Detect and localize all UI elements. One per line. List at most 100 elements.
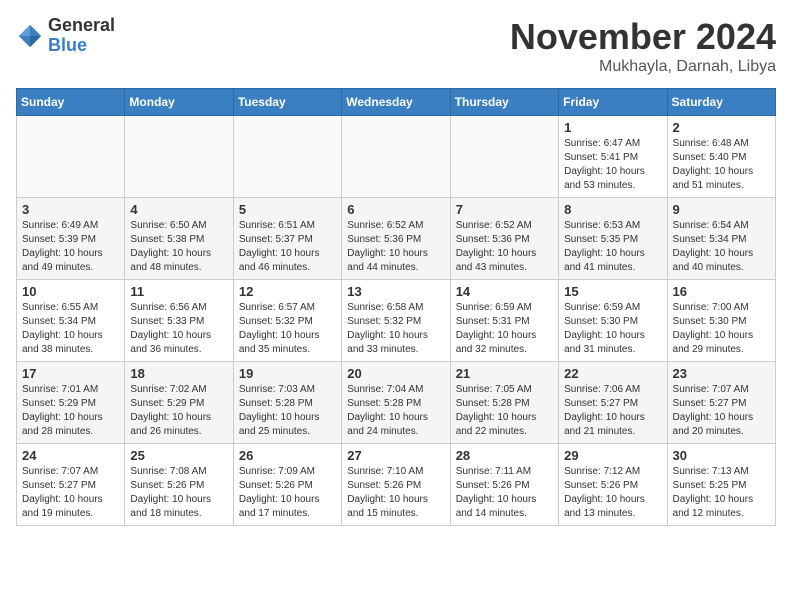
calendar-cell	[125, 116, 233, 198]
calendar-cell: 24Sunrise: 7:07 AM Sunset: 5:27 PM Dayli…	[17, 444, 125, 526]
day-number: 29	[564, 448, 661, 463]
day-info: Sunrise: 6:59 AM Sunset: 5:31 PM Dayligh…	[456, 301, 553, 357]
day-info: Sunrise: 7:05 AM Sunset: 5:28 PM Dayligh…	[456, 383, 553, 439]
day-info: Sunrise: 6:49 AM Sunset: 5:39 PM Dayligh…	[22, 219, 119, 275]
day-number: 4	[130, 202, 227, 217]
day-number: 21	[456, 366, 553, 381]
calendar-week-4: 17 Sunrise: 7:01 AM Sunset: 5:29 PM Dayli…	[17, 362, 776, 444]
calendar-cell	[342, 116, 450, 198]
logo-icon	[16, 22, 44, 50]
day-number: 13	[347, 284, 444, 299]
day-info: Sunrise: 7:08 AM Sunset: 5:26 PM Dayligh…	[130, 465, 227, 521]
calendar-week-1: 1Sunrise: 6:47 AM Sunset: 5:41 PM Daylig…	[17, 116, 776, 198]
day-number: 3	[22, 202, 119, 217]
calendar-cell: 10Sunrise: 6:55 AM Sunset: 5:34 PM Dayli…	[17, 280, 125, 362]
day-number: 9	[673, 202, 770, 217]
calendar-table: SundayMondayTuesdayWednesdayThursdayFrid…	[16, 88, 776, 526]
day-header-monday: Monday	[125, 89, 233, 116]
day-number: 14	[456, 284, 553, 299]
day-info: Sunrise: 7:06 AM Sunset: 5:27 PM Dayligh…	[564, 383, 661, 439]
day-number: 24	[22, 448, 119, 463]
calendar-cell: 14 Sunrise: 6:59 AM Sunset: 5:31 PM Dayli…	[450, 280, 558, 362]
calendar-cell	[17, 116, 125, 198]
day-info: Sunrise: 7:07 AM Sunset: 5:27 PM Dayligh…	[673, 383, 770, 439]
day-info: Sunrise: 7:10 AM Sunset: 5:26 PM Dayligh…	[347, 465, 444, 521]
day-number: 2	[673, 120, 770, 135]
day-number: 8	[564, 202, 661, 217]
calendar-cell: 27 Sunrise: 7:10 AM Sunset: 5:26 PM Dayli…	[342, 444, 450, 526]
day-number: 16	[673, 284, 770, 299]
day-info: Sunrise: 7:11 AM Sunset: 5:26 PM Dayligh…	[456, 465, 553, 521]
calendar-cell: 29 Sunrise: 7:12 AM Sunset: 5:26 PM Dayli…	[559, 444, 667, 526]
day-info: Sunrise: 7:03 AM Sunset: 5:28 PM Dayligh…	[239, 383, 336, 439]
day-number: 18	[130, 366, 227, 381]
calendar-header-row: SundayMondayTuesdayWednesdayThursdayFrid…	[17, 89, 776, 116]
day-header-saturday: Saturday	[667, 89, 775, 116]
day-info: Sunrise: 7:13 AM Sunset: 5:25 PM Dayligh…	[673, 465, 770, 521]
day-header-sunday: Sunday	[17, 89, 125, 116]
calendar-cell: 18 Sunrise: 7:02 AM Sunset: 5:29 PM Dayli…	[125, 362, 233, 444]
day-info: Sunrise: 7:00 AM Sunset: 5:30 PM Dayligh…	[673, 301, 770, 357]
day-number: 12	[239, 284, 336, 299]
calendar-cell: 6Sunrise: 6:52 AM Sunset: 5:36 PM Daylig…	[342, 198, 450, 280]
logo-general-text: General	[48, 16, 115, 36]
calendar-cell: 22Sunrise: 7:06 AM Sunset: 5:27 PM Dayli…	[559, 362, 667, 444]
logo: General Blue	[16, 16, 115, 56]
day-number: 25	[130, 448, 227, 463]
calendar-cell: 11 Sunrise: 6:56 AM Sunset: 5:33 PM Dayli…	[125, 280, 233, 362]
day-header-friday: Friday	[559, 89, 667, 116]
calendar-cell: 3 Sunrise: 6:49 AM Sunset: 5:39 PM Daylig…	[17, 198, 125, 280]
day-info: Sunrise: 7:04 AM Sunset: 5:28 PM Dayligh…	[347, 383, 444, 439]
day-info: Sunrise: 6:51 AM Sunset: 5:37 PM Dayligh…	[239, 219, 336, 275]
day-info: Sunrise: 6:56 AM Sunset: 5:33 PM Dayligh…	[130, 301, 227, 357]
day-number: 11	[130, 284, 227, 299]
day-header-tuesday: Tuesday	[233, 89, 341, 116]
calendar-cell: 8 Sunrise: 6:53 AM Sunset: 5:35 PM Daylig…	[559, 198, 667, 280]
calendar-cell: 1Sunrise: 6:47 AM Sunset: 5:41 PM Daylig…	[559, 116, 667, 198]
day-number: 28	[456, 448, 553, 463]
calendar-week-2: 3 Sunrise: 6:49 AM Sunset: 5:39 PM Daylig…	[17, 198, 776, 280]
calendar-cell: 28 Sunrise: 7:11 AM Sunset: 5:26 PM Dayli…	[450, 444, 558, 526]
calendar-cell: 30 Sunrise: 7:13 AM Sunset: 5:25 PM Dayli…	[667, 444, 775, 526]
day-number: 17	[22, 366, 119, 381]
day-info: Sunrise: 7:01 AM Sunset: 5:29 PM Dayligh…	[22, 383, 119, 439]
day-info: Sunrise: 6:53 AM Sunset: 5:35 PM Dayligh…	[564, 219, 661, 275]
calendar-cell: 21 Sunrise: 7:05 AM Sunset: 5:28 PM Dayli…	[450, 362, 558, 444]
day-number: 20	[347, 366, 444, 381]
logo-blue-text: Blue	[48, 36, 115, 56]
calendar-cell: 19 Sunrise: 7:03 AM Sunset: 5:28 PM Dayli…	[233, 362, 341, 444]
day-info: Sunrise: 6:52 AM Sunset: 5:36 PM Dayligh…	[347, 219, 444, 275]
calendar-cell: 17 Sunrise: 7:01 AM Sunset: 5:29 PM Dayli…	[17, 362, 125, 444]
day-info: Sunrise: 6:54 AM Sunset: 5:34 PM Dayligh…	[673, 219, 770, 275]
day-header-wednesday: Wednesday	[342, 89, 450, 116]
logo-text: General Blue	[48, 16, 115, 56]
day-number: 30	[673, 448, 770, 463]
day-number: 26	[239, 448, 336, 463]
calendar-cell: 25 Sunrise: 7:08 AM Sunset: 5:26 PM Dayli…	[125, 444, 233, 526]
calendar-cell: 5 Sunrise: 6:51 AM Sunset: 5:37 PM Daylig…	[233, 198, 341, 280]
day-info: Sunrise: 6:48 AM Sunset: 5:40 PM Dayligh…	[673, 137, 770, 193]
calendar-cell: 9 Sunrise: 6:54 AM Sunset: 5:34 PM Daylig…	[667, 198, 775, 280]
calendar-cell: 13Sunrise: 6:58 AM Sunset: 5:32 PM Dayli…	[342, 280, 450, 362]
day-info: Sunrise: 7:12 AM Sunset: 5:26 PM Dayligh…	[564, 465, 661, 521]
calendar-week-3: 10Sunrise: 6:55 AM Sunset: 5:34 PM Dayli…	[17, 280, 776, 362]
calendar-cell: 16 Sunrise: 7:00 AM Sunset: 5:30 PM Dayli…	[667, 280, 775, 362]
day-number: 19	[239, 366, 336, 381]
day-info: Sunrise: 7:02 AM Sunset: 5:29 PM Dayligh…	[130, 383, 227, 439]
calendar-cell	[233, 116, 341, 198]
day-number: 27	[347, 448, 444, 463]
calendar-cell: 23 Sunrise: 7:07 AM Sunset: 5:27 PM Dayli…	[667, 362, 775, 444]
day-info: Sunrise: 6:50 AM Sunset: 5:38 PM Dayligh…	[130, 219, 227, 275]
calendar-cell: 20 Sunrise: 7:04 AM Sunset: 5:28 PM Dayli…	[342, 362, 450, 444]
day-info: Sunrise: 7:09 AM Sunset: 5:26 PM Dayligh…	[239, 465, 336, 521]
day-info: Sunrise: 6:59 AM Sunset: 5:30 PM Dayligh…	[564, 301, 661, 357]
page-header: General Blue November 2024 Mukhayla, Dar…	[16, 16, 776, 76]
location-title: Mukhayla, Darnah, Libya	[510, 58, 776, 76]
calendar-cell: 12Sunrise: 6:57 AM Sunset: 5:32 PM Dayli…	[233, 280, 341, 362]
calendar-cell: 26 Sunrise: 7:09 AM Sunset: 5:26 PM Dayli…	[233, 444, 341, 526]
day-number: 5	[239, 202, 336, 217]
calendar-cell: 15Sunrise: 6:59 AM Sunset: 5:30 PM Dayli…	[559, 280, 667, 362]
calendar-cell: 7Sunrise: 6:52 AM Sunset: 5:36 PM Daylig…	[450, 198, 558, 280]
day-number: 23	[673, 366, 770, 381]
title-block: November 2024 Mukhayla, Darnah, Libya	[510, 16, 776, 76]
